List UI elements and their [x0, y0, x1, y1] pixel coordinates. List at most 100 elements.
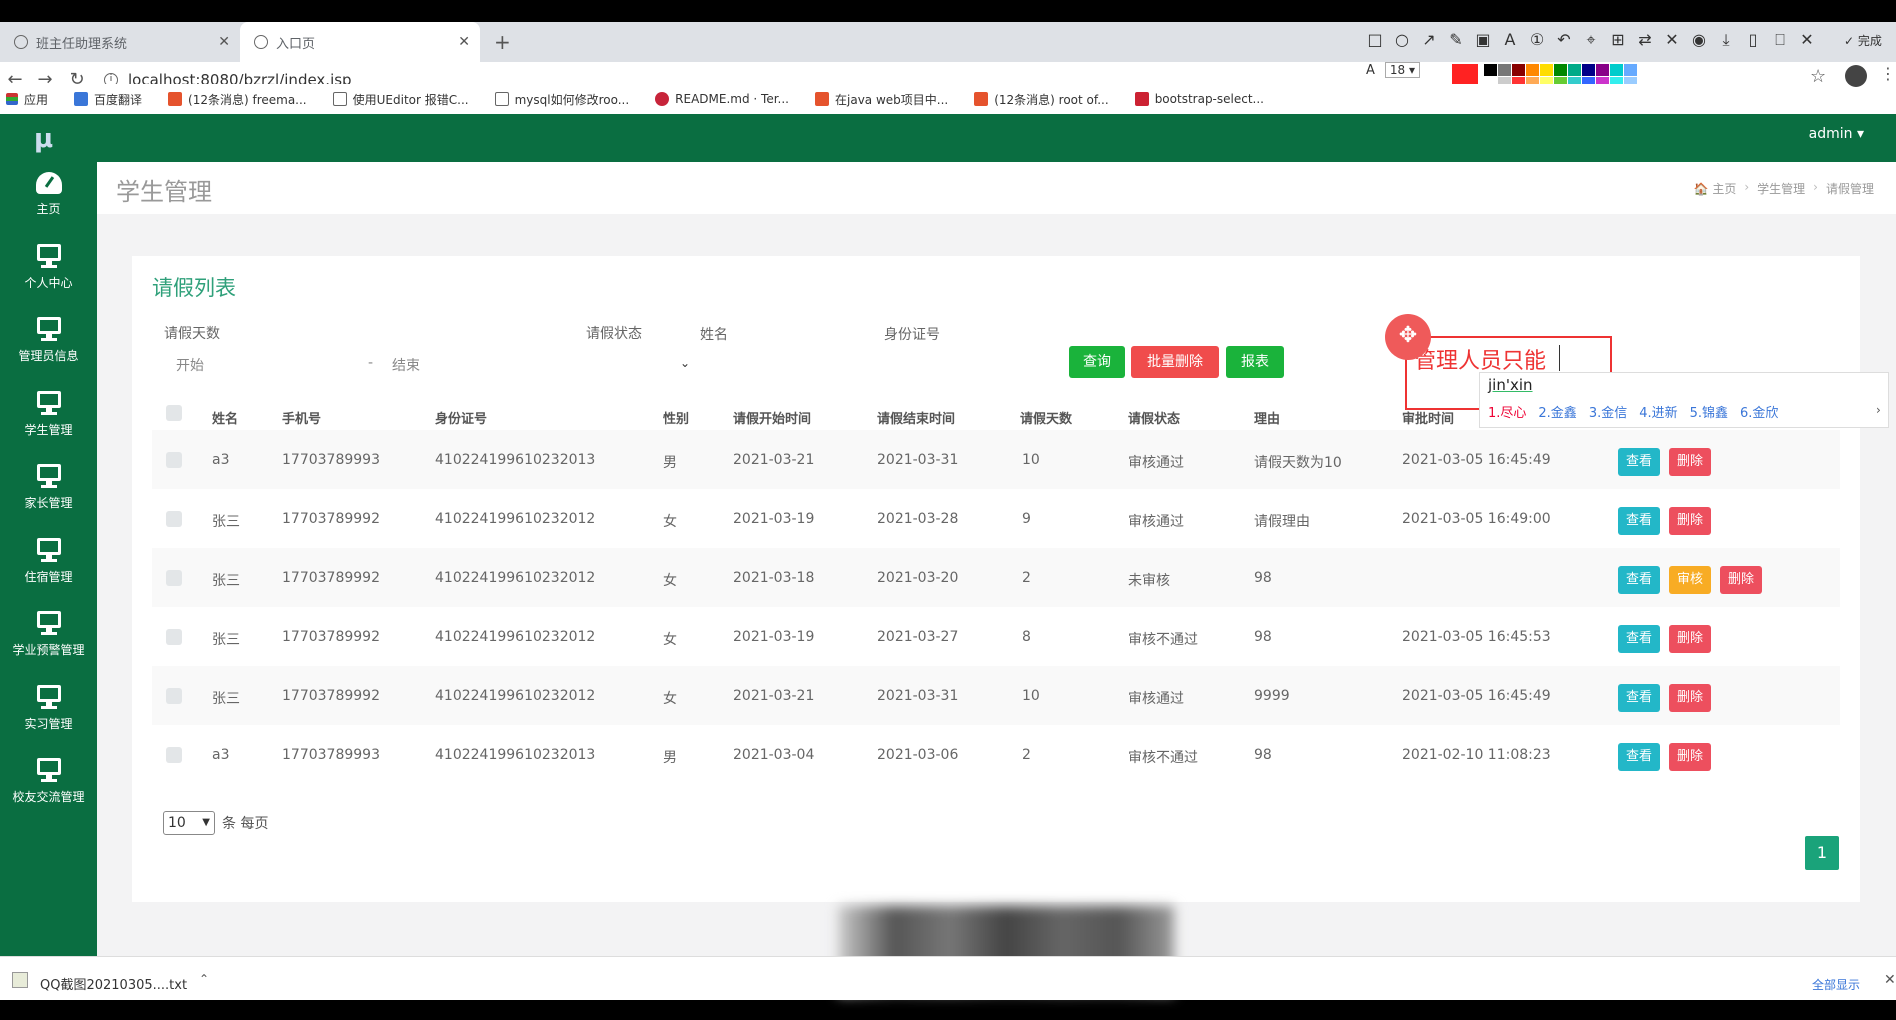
color-swatch[interactable] [1624, 64, 1637, 76]
mosaic-icon[interactable]: ▣ [1474, 30, 1492, 50]
batch-delete-button[interactable]: 批量删除 [1131, 346, 1219, 378]
browser-tab-2[interactable]: 入口页 ✕ [240, 22, 480, 62]
days-end-input[interactable]: 结束 [392, 355, 420, 375]
audit-button[interactable]: 审核 [1669, 566, 1712, 594]
page-size-select[interactable]: 10 ▼ [163, 811, 215, 835]
column-header[interactable]: 手机号 [282, 408, 321, 427]
record-icon[interactable]: ◉ [1690, 30, 1708, 50]
breadcrumb-home[interactable]: 🏠 主页 [1694, 180, 1737, 197]
delete-button[interactable]: 删除 [1669, 507, 1712, 535]
select-all-checkbox[interactable] [166, 405, 182, 421]
number-icon[interactable]: ① [1528, 30, 1546, 50]
days-start-input[interactable]: 开始 [176, 355, 204, 375]
color-swatch[interactable] [1484, 64, 1497, 76]
color-swatch[interactable] [1498, 64, 1511, 76]
report-button[interactable]: 报表 [1226, 346, 1284, 378]
column-header[interactable]: 请假天数 [1020, 408, 1072, 427]
color-swatch[interactable] [1568, 64, 1581, 76]
user-menu[interactable]: admin ▾ [1809, 126, 1864, 142]
close-icon[interactable]: ✕ [1884, 972, 1896, 988]
bookmark-apps[interactable]: 应用 [6, 91, 48, 108]
chevron-right-icon[interactable]: › [1876, 403, 1881, 417]
color-swatch[interactable] [1526, 64, 1539, 76]
color-swatch[interactable] [1610, 64, 1623, 76]
row-checkbox[interactable] [166, 688, 182, 704]
ime-candidate[interactable]: 3.金信 [1589, 402, 1627, 421]
color-swatch[interactable] [1554, 64, 1567, 76]
delete-button[interactable]: 删除 [1720, 566, 1763, 594]
bookmark-item[interactable]: README.md · Ter... [655, 92, 789, 106]
menu-icon[interactable]: ⋮ [1880, 64, 1896, 83]
ime-candidate[interactable]: 6.金欣 [1740, 402, 1778, 421]
status-select[interactable]: ⌄ [680, 356, 690, 370]
pen-icon[interactable]: ✎ [1447, 30, 1465, 50]
bookmark-item[interactable]: 使用UEditor 报错C... [332, 91, 469, 108]
sidebar-item[interactable]: 学业预警管理 [0, 611, 97, 684]
color-swatch[interactable] [1596, 64, 1609, 76]
close-icon[interactable]: ✕ [458, 34, 470, 50]
color-swatch[interactable] [1638, 64, 1651, 76]
search-button[interactable]: 查询 [1069, 346, 1125, 378]
row-checkbox[interactable] [166, 570, 182, 586]
undo-icon[interactable]: ↶ [1555, 30, 1573, 50]
magic-icon[interactable]: ✕ [1663, 30, 1681, 50]
close-icon[interactable]: ✕ [218, 34, 230, 50]
view-button[interactable]: 查看 [1618, 625, 1661, 653]
text-icon[interactable]: A [1501, 30, 1519, 50]
sidebar-item[interactable]: 家长管理 [0, 464, 97, 537]
bookmark-item[interactable]: (12条消息) root of... [974, 91, 1109, 108]
breadcrumb-item[interactable]: 学生管理 [1757, 180, 1805, 197]
delete-button[interactable]: 删除 [1669, 743, 1712, 771]
sidebar-item[interactable]: 住宿管理 [0, 537, 97, 611]
column-header[interactable]: 请假结束时间 [877, 408, 955, 427]
view-button[interactable]: 查看 [1618, 566, 1661, 594]
ime-candidate[interactable]: 1.尽心 [1488, 402, 1526, 421]
column-header[interactable]: 请假状态 [1128, 408, 1180, 427]
rectangle-icon[interactable]: □ [1366, 30, 1384, 50]
phone-icon[interactable]: ▯ [1744, 30, 1762, 50]
ellipse-icon[interactable]: ○ [1393, 30, 1411, 50]
star-icon[interactable]: ☆ [1810, 66, 1826, 87]
pin-icon[interactable]: ⌖ [1582, 30, 1600, 50]
color-swatch[interactable] [1540, 64, 1553, 76]
column-header[interactable]: 性别 [663, 408, 689, 427]
sidebar-item[interactable]: 个人中心 [0, 243, 97, 317]
bookmark-item[interactable]: mysql如何修改roo... [494, 91, 629, 108]
column-header[interactable]: 身份证号 [435, 408, 487, 427]
snip-done-button[interactable]: ✓ 完成 [1844, 32, 1882, 49]
row-checkbox[interactable] [166, 452, 182, 468]
view-button[interactable]: 查看 [1618, 684, 1661, 712]
sidebar-item[interactable]: 学生管理 [0, 390, 97, 464]
arrow-icon[interactable]: ↗ [1420, 30, 1438, 50]
column-header[interactable]: 姓名 [212, 408, 238, 427]
translate-icon[interactable]: ⇄ [1636, 30, 1654, 50]
view-button[interactable]: 查看 [1618, 743, 1661, 771]
delete-button[interactable]: 删除 [1669, 684, 1712, 712]
download-icon[interactable]: ⤓ [1717, 30, 1735, 50]
cancel-icon[interactable]: ✕ [1798, 30, 1816, 50]
sidebar-item[interactable]: 实习管理 [0, 684, 97, 758]
view-button[interactable]: 查看 [1618, 448, 1661, 476]
color-swatch[interactable] [1512, 64, 1525, 76]
bookmark-item[interactable]: bootstrap-select... [1134, 92, 1264, 106]
color-swatch[interactable] [1582, 64, 1595, 76]
ime-candidate[interactable]: 5.锦鑫 [1690, 402, 1728, 421]
ime-candidate[interactable]: 4.进新 [1639, 402, 1677, 421]
bookmark-item[interactable]: 百度翻译 [74, 91, 142, 108]
column-header[interactable]: 理由 [1254, 408, 1280, 427]
download-file-name[interactable]: QQ截图20210305....txt [40, 974, 187, 993]
column-header[interactable]: 请假开始时间 [733, 408, 811, 427]
profile-avatar[interactable] [1845, 65, 1867, 87]
page-button-current[interactable]: 1 [1805, 836, 1839, 870]
chevron-up-icon[interactable]: ⌃ [199, 972, 209, 986]
bookmark-item[interactable]: (12条消息) freema... [168, 91, 307, 108]
row-checkbox[interactable] [166, 629, 182, 645]
browser-tab-1[interactable]: 班主任助理系统 ✕ [0, 22, 240, 62]
move-handle-icon[interactable]: ✥ [1385, 314, 1431, 360]
column-header[interactable]: 审批时间 [1402, 408, 1454, 427]
row-checkbox[interactable] [166, 511, 182, 527]
delete-button[interactable]: 删除 [1669, 625, 1712, 653]
bookmark-item[interactable]: 在java web项目中... [815, 91, 948, 108]
ocr-icon[interactable]: ⊞ [1609, 30, 1627, 50]
sidebar-item[interactable]: 主页 [0, 170, 97, 243]
